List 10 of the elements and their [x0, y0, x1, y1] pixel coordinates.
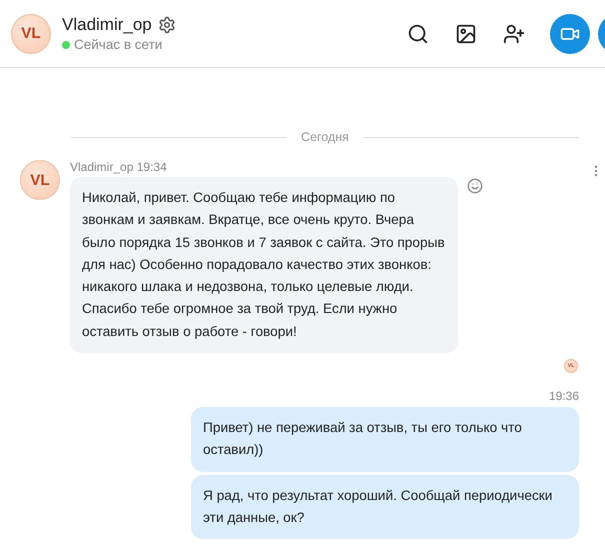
message-meta: Vladimir_op 19:34 [70, 160, 168, 174]
sender-avatar[interactable]: VL [20, 160, 60, 200]
contact-name: Vladimir_op [62, 15, 152, 35]
message-bubble: Я рад, что результат хороший. Сообщай периодически эти данные, ок? [191, 474, 579, 540]
date-divider: Сегодня [71, 130, 579, 144]
contact-avatar[interactable]: VL [11, 14, 51, 54]
message-bubble: Привет) не переживай за отзыв, ты его только что оставил)) [191, 407, 579, 472]
contact-status: Сейчас в сети [62, 37, 176, 52]
message-time: 19:36 [548, 389, 580, 404]
message-bubble: Николай, привет. Сообщаю тебе информацию по звонкам и заявкам. Вкратце, все очень круто. Вчера было порядка 15 звонков и 7 заявок с сайта. Это прорыв для нас) Особенно порадовало качество этих звонков: никакого шлака и недозвона, только целевые люди. Спасибо тебе огромное за твой труд. Если нужно оставить отзыв о работе - говори! [70, 177, 458, 354]
